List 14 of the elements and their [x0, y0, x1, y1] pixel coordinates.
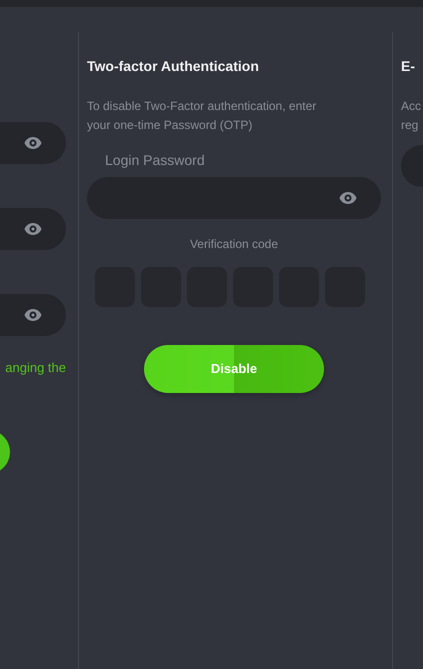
notice-text: anging the — [5, 359, 66, 377]
disable-button[interactable]: Disable — [144, 345, 324, 393]
eye-icon[interactable] — [24, 309, 42, 321]
section-title: Two-factor Authentication — [87, 57, 260, 76]
section-title: E- — [401, 57, 416, 76]
description-text: reg — [401, 117, 420, 134]
description-text: To disable Two-Factor authentication, enter your one-time Password (OTP) — [87, 98, 318, 134]
field-label: Login Password — [105, 151, 206, 170]
description-text: Acc — [401, 98, 422, 115]
verification-label: Verification code — [188, 236, 280, 253]
eye-icon[interactable] — [24, 223, 42, 235]
eye-icon[interactable] — [24, 137, 42, 149]
eye-icon[interactable] — [339, 192, 357, 204]
password-field[interactable] — [87, 177, 381, 219]
